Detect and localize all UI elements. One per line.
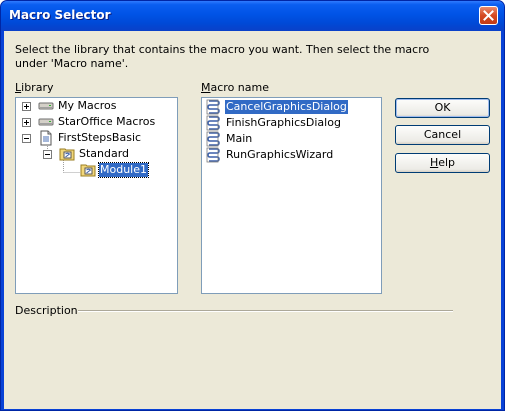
tree-item-label: Module1 <box>98 162 149 178</box>
macro-name-label: Macro name <box>201 81 269 94</box>
macro-icon <box>206 131 220 147</box>
library-tree[interactable]: My Macros StarOffice Macros FirstStepsBa… <box>15 97 178 294</box>
drive-icon <box>38 102 54 110</box>
title-bar[interactable]: Macro Selector <box>1 1 504 31</box>
drive-icon <box>38 118 54 126</box>
macro-item-label: FinishGraphicsDialog <box>226 116 341 129</box>
tree-item-label: Standard <box>79 147 130 160</box>
help-button[interactable]: Help <box>395 153 490 173</box>
document-icon <box>40 130 52 146</box>
macro-icon <box>206 99 220 115</box>
macro-item-label: Main <box>226 132 253 145</box>
instruction-text: Select the library that contains the mac… <box>15 43 430 70</box>
collapse-icon[interactable] <box>22 134 31 143</box>
library-label: Library <box>15 81 54 94</box>
expand-icon[interactable] <box>22 102 31 111</box>
dialog-body: Select the library that contains the mac… <box>4 31 501 409</box>
tree-item-label: FirstStepsBasic <box>58 131 142 144</box>
macro-icon <box>206 115 220 131</box>
collapse-icon[interactable] <box>43 150 52 159</box>
window-title: Macro Selector <box>9 8 111 22</box>
close-icon <box>483 10 494 21</box>
close-button[interactable] <box>479 6 498 25</box>
description-label: Description <box>15 304 78 317</box>
ok-button[interactable]: OK <box>395 98 490 118</box>
expand-icon[interactable] <box>22 118 31 127</box>
macro-item-label: CancelGraphicsDialog <box>225 100 348 114</box>
macro-selector-dialog: Macro Selector Select the library that c… <box>0 0 505 411</box>
module-icon <box>80 164 96 177</box>
description-separator <box>78 310 453 312</box>
tree-item-label: StarOffice Macros <box>58 115 156 128</box>
macro-icon <box>206 147 220 163</box>
macro-list[interactable]: CancelGraphicsDialog FinishGraphicsDialo… <box>201 97 382 294</box>
tree-item-label: My Macros <box>58 99 117 112</box>
cancel-button[interactable]: Cancel <box>395 125 490 145</box>
library-icon <box>59 148 75 161</box>
macro-item-label: RunGraphicsWizard <box>226 148 334 161</box>
